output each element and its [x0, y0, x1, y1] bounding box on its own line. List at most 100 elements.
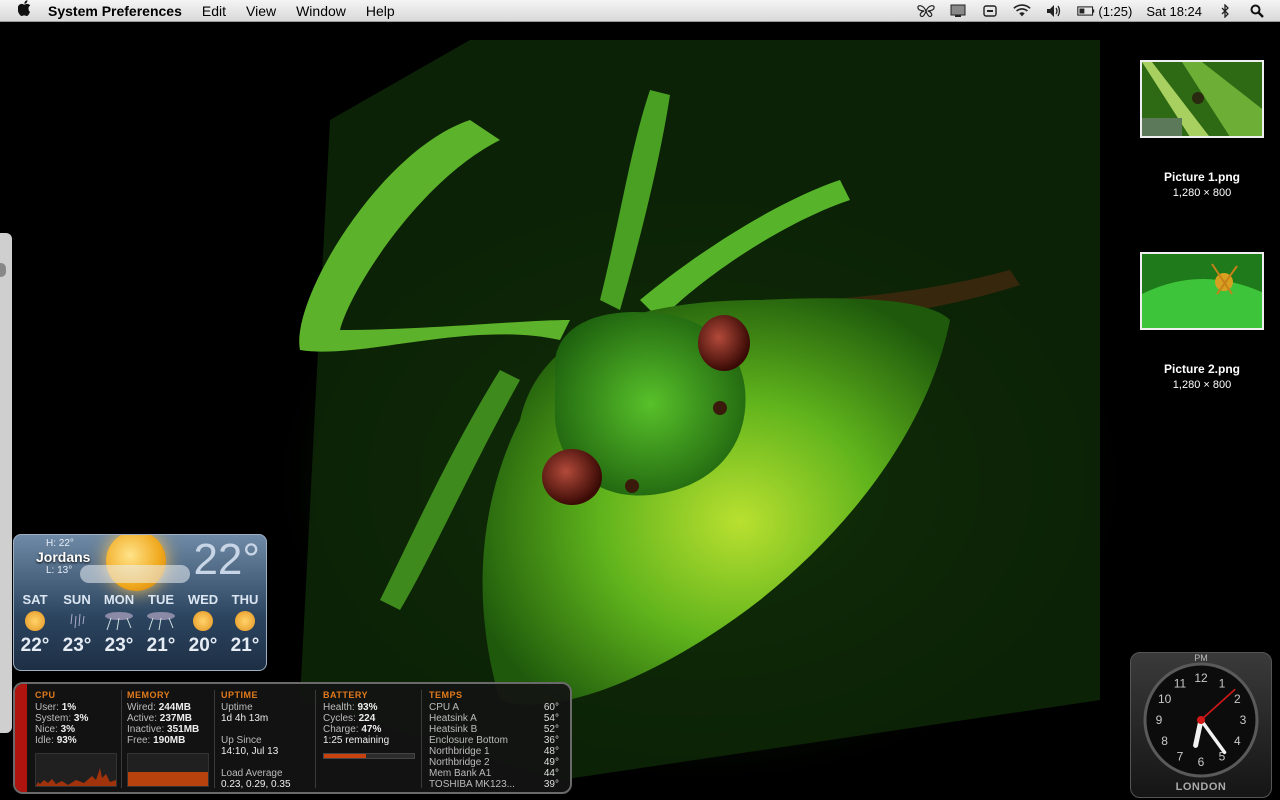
battery-charge-fill	[324, 754, 367, 758]
memory-row: Free: 190MB	[127, 735, 186, 746]
forecast-temp: 23°	[62, 635, 92, 656]
cpu-section: CPU User: 1% System: 3% Nice: 3% Idle: 9…	[35, 690, 125, 746]
memory-row: Wired: 244MB	[127, 702, 191, 713]
weather-current-temp: 22°	[193, 535, 260, 584]
temp-row: Enclosure Bottom 36°	[429, 735, 559, 746]
clock-widget[interactable]: PM 12 1 2 3 4 5 6 7 8 9 10 11 LONDON	[1130, 652, 1272, 798]
temp-row: Heatsink B 52°	[429, 724, 559, 735]
battery-icon[interactable]	[1077, 4, 1095, 18]
clock-number: 9	[1156, 713, 1163, 727]
menu-app-name[interactable]: System Preferences	[48, 3, 182, 19]
menu-help[interactable]: Help	[366, 3, 395, 19]
clock-number: 6	[1198, 755, 1205, 769]
forecast-day-name: SUN	[63, 592, 91, 607]
forecast-day: THU 21°	[224, 592, 266, 657]
forecast-day-name: WED	[187, 592, 219, 607]
apple-menu-icon[interactable]	[17, 0, 38, 21]
forecast-day-name: THU	[231, 592, 259, 607]
green-bug-wallpaper-image	[299, 40, 1100, 780]
forecast-day: SAT 22°	[14, 592, 56, 657]
weather-high: H: 22°	[46, 538, 74, 549]
desktop-file-picture-2[interactable]: Picture 2.png 1,280 × 800	[1122, 252, 1280, 391]
clock-number: 2	[1234, 692, 1241, 706]
forecast-day: WED 20°	[182, 592, 224, 657]
desktop-wallpaper	[0, 0, 1280, 800]
edge-knob[interactable]	[0, 263, 6, 277]
clock-face: 12 1234567891011	[1143, 662, 1259, 778]
cpu-row: System: 3%	[35, 713, 89, 724]
cpu-row: Idle: 93%	[35, 735, 77, 746]
clock-number: 4	[1234, 734, 1241, 748]
sun-icon	[235, 611, 255, 631]
file-dimensions: 1,280 × 800	[1172, 187, 1232, 199]
forecast-day: SUN 23°	[56, 592, 98, 657]
temp-row: Heatsink A 54°	[429, 713, 559, 724]
temp-row: Northbridge 1 48°	[429, 746, 559, 757]
forecast-temp: 21°	[230, 635, 260, 656]
weather-widget[interactable]: H: 22° Jordans L: 13° 22° SAT 22° SUN 23…	[13, 534, 267, 671]
clock-number: 1	[1219, 677, 1226, 691]
forecast-day-name: MON	[103, 592, 135, 607]
load-average-label: Load Average	[221, 768, 283, 779]
cloud-icon	[80, 565, 190, 583]
temps-section: TEMPS CPU A 60° Heatsink A 54° Heatsink B5…	[429, 690, 569, 790]
volume-icon[interactable]	[1045, 4, 1063, 18]
desktop-file-picture-1[interactable]: Picture 1.png 1,280 × 800	[1122, 60, 1280, 199]
istat-side-bar[interactable]	[15, 684, 27, 792]
spotlight-icon[interactable]	[1248, 4, 1266, 18]
battery-time[interactable]: (1:25)	[1098, 4, 1132, 19]
forecast-day-name: SAT	[22, 592, 48, 607]
clock-number: 12	[1194, 671, 1208, 685]
clock-number: 11	[1174, 677, 1187, 691]
weather-low: L: 13°	[46, 565, 73, 576]
menu-bar: System Preferences Edit View Window Help…	[0, 0, 1280, 22]
thunderstorm-icon	[105, 612, 133, 631]
temp-row: Mem Bank A1 44°	[429, 768, 559, 779]
cpu-header: CPU	[35, 690, 56, 700]
uptime-label: Uptime	[221, 702, 253, 713]
forecast-day: MON 23°	[98, 592, 140, 657]
uptime-value: 1d 4h 13m	[221, 713, 269, 724]
menu-window[interactable]: Window	[296, 3, 346, 19]
cpu-row: Nice: 3%	[35, 724, 76, 735]
cpu-graph	[35, 753, 117, 787]
temp-row: CPU A 60°	[429, 702, 559, 713]
dashboard-edge-panel[interactable]	[0, 233, 12, 733]
thunderstorm-icon	[147, 612, 175, 631]
forecast-temp: 21°	[146, 635, 176, 656]
menu-edit[interactable]: Edit	[202, 3, 226, 19]
display-icon[interactable]	[949, 4, 967, 18]
file-dimensions: 1,280 × 800	[1172, 379, 1232, 391]
memory-graph	[127, 753, 209, 787]
battery-remaining: 1:25 remaining	[323, 735, 390, 746]
battery-row: Health: 93%	[323, 702, 378, 713]
battery-row: Cycles: 224	[323, 713, 376, 724]
forecast-day-name: TUE	[148, 592, 174, 607]
cpu-row: User: 1%	[35, 702, 77, 713]
bluetooth-icon[interactable]	[1216, 4, 1234, 18]
wifi-icon[interactable]	[1013, 4, 1032, 18]
istat-widget[interactable]: CPU User: 1% System: 3% Nice: 3% Idle: 9…	[13, 682, 572, 794]
weather-location[interactable]: Jordans	[36, 549, 90, 565]
thumbnail-picture-2	[1140, 252, 1264, 330]
file-name: Picture 1.png	[1163, 170, 1240, 184]
temps-header: TEMPS	[429, 690, 463, 700]
clock-number: 3	[1240, 713, 1247, 727]
menu-clock[interactable]: Sat 18:24	[1146, 4, 1202, 19]
keyboard-icon[interactable]	[981, 4, 999, 18]
temp-row: TOSHIBA MK123... 39°	[429, 779, 559, 790]
menu-view[interactable]: View	[246, 3, 276, 19]
forecast-day: TUE 21°	[140, 592, 182, 657]
memory-row: Inactive: 351MB	[127, 724, 200, 735]
clock-number: 8	[1161, 734, 1168, 748]
forecast-temp: 23°	[104, 635, 134, 656]
memory-header: MEMORY	[127, 690, 171, 700]
up-since-value: 14:10, Jul 13	[221, 746, 279, 757]
clock-city: LONDON	[1175, 781, 1227, 793]
file-name: Picture 2.png	[1163, 362, 1240, 376]
forecast-temp: 22°	[20, 635, 50, 656]
battery-charge-bar	[323, 753, 415, 759]
load-average-value: 0.23, 0.29, 0.35	[221, 779, 291, 790]
battery-header: BATTERY	[323, 690, 368, 700]
butterfly-icon[interactable]	[917, 4, 936, 18]
